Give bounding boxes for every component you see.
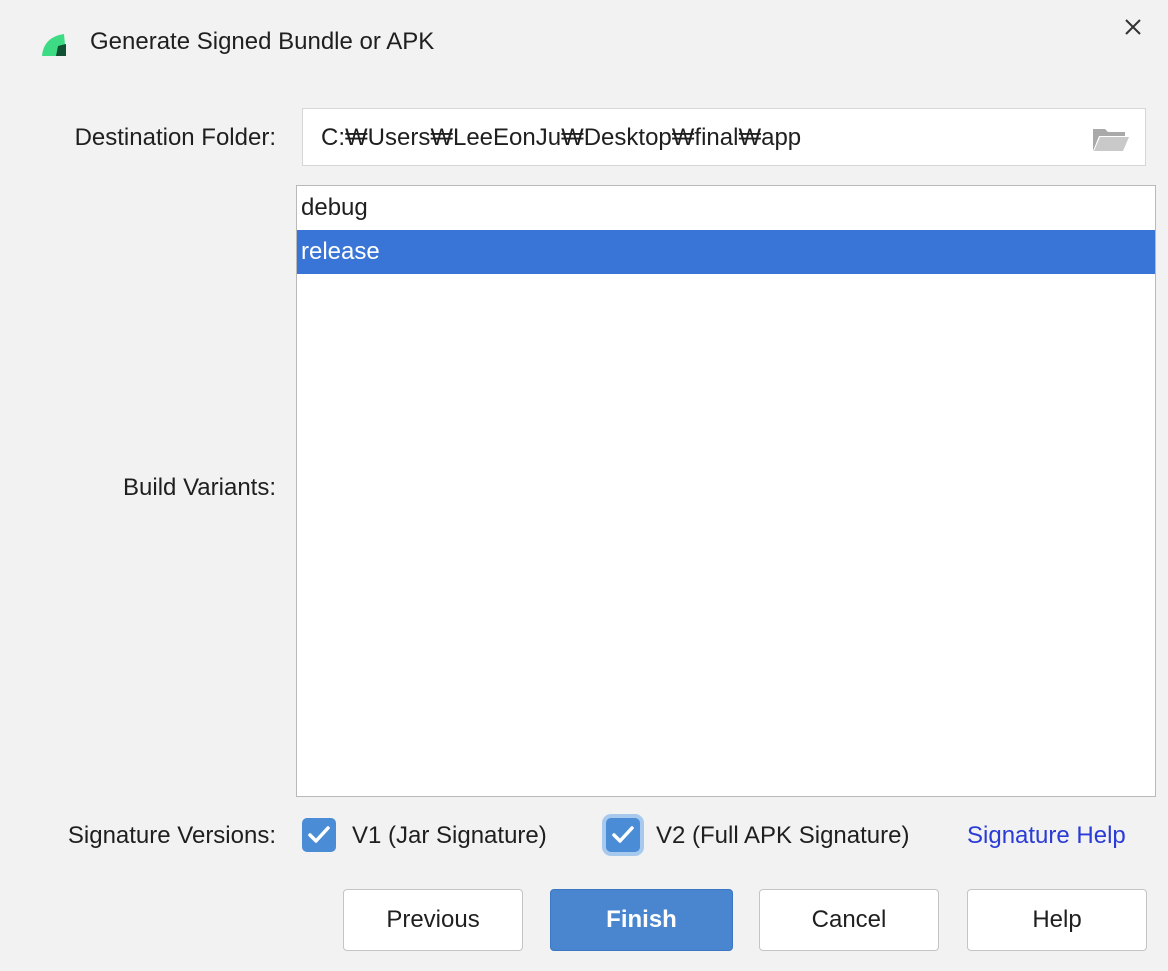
android-studio-icon [42, 34, 66, 56]
destination-folder-field[interactable]: C:₩Users₩LeeEonJu₩Desktop₩final₩app [302, 108, 1146, 166]
cancel-button[interactable]: Cancel [759, 889, 939, 951]
checkmark-icon [612, 826, 634, 843]
close-icon[interactable] [1118, 12, 1148, 42]
signature-versions-label: Signature Versions: [67, 822, 276, 849]
help-button[interactable]: Help [967, 889, 1147, 951]
v1-signature-checkbox[interactable] [302, 818, 336, 852]
variant-item-release[interactable]: release [297, 230, 1155, 274]
destination-folder-label: Destination Folder: [74, 124, 276, 151]
v2-signature-label[interactable]: V2 (Full APK Signature) [656, 822, 909, 850]
dialog-title: Generate Signed Bundle or APK [90, 28, 435, 55]
destination-folder-value[interactable]: C:₩Users₩LeeEonJu₩Desktop₩final₩app [321, 124, 801, 152]
previous-button[interactable]: Previous [343, 889, 523, 951]
v2-signature-checkbox[interactable] [606, 818, 640, 852]
finish-button[interactable]: Finish [550, 889, 733, 951]
dialog-titlebar: Generate Signed Bundle or APK [0, 0, 1168, 90]
v1-signature-label[interactable]: V1 (Jar Signature) [352, 822, 547, 850]
build-variants-list[interactable]: debug release [296, 185, 1156, 797]
variant-item-debug[interactable]: debug [297, 186, 1155, 230]
signature-help-link[interactable]: Signature Help [967, 822, 1126, 850]
checkmark-icon [308, 826, 330, 843]
folder-open-icon[interactable] [1091, 125, 1131, 153]
build-variants-label: Build Variants: [123, 474, 276, 501]
